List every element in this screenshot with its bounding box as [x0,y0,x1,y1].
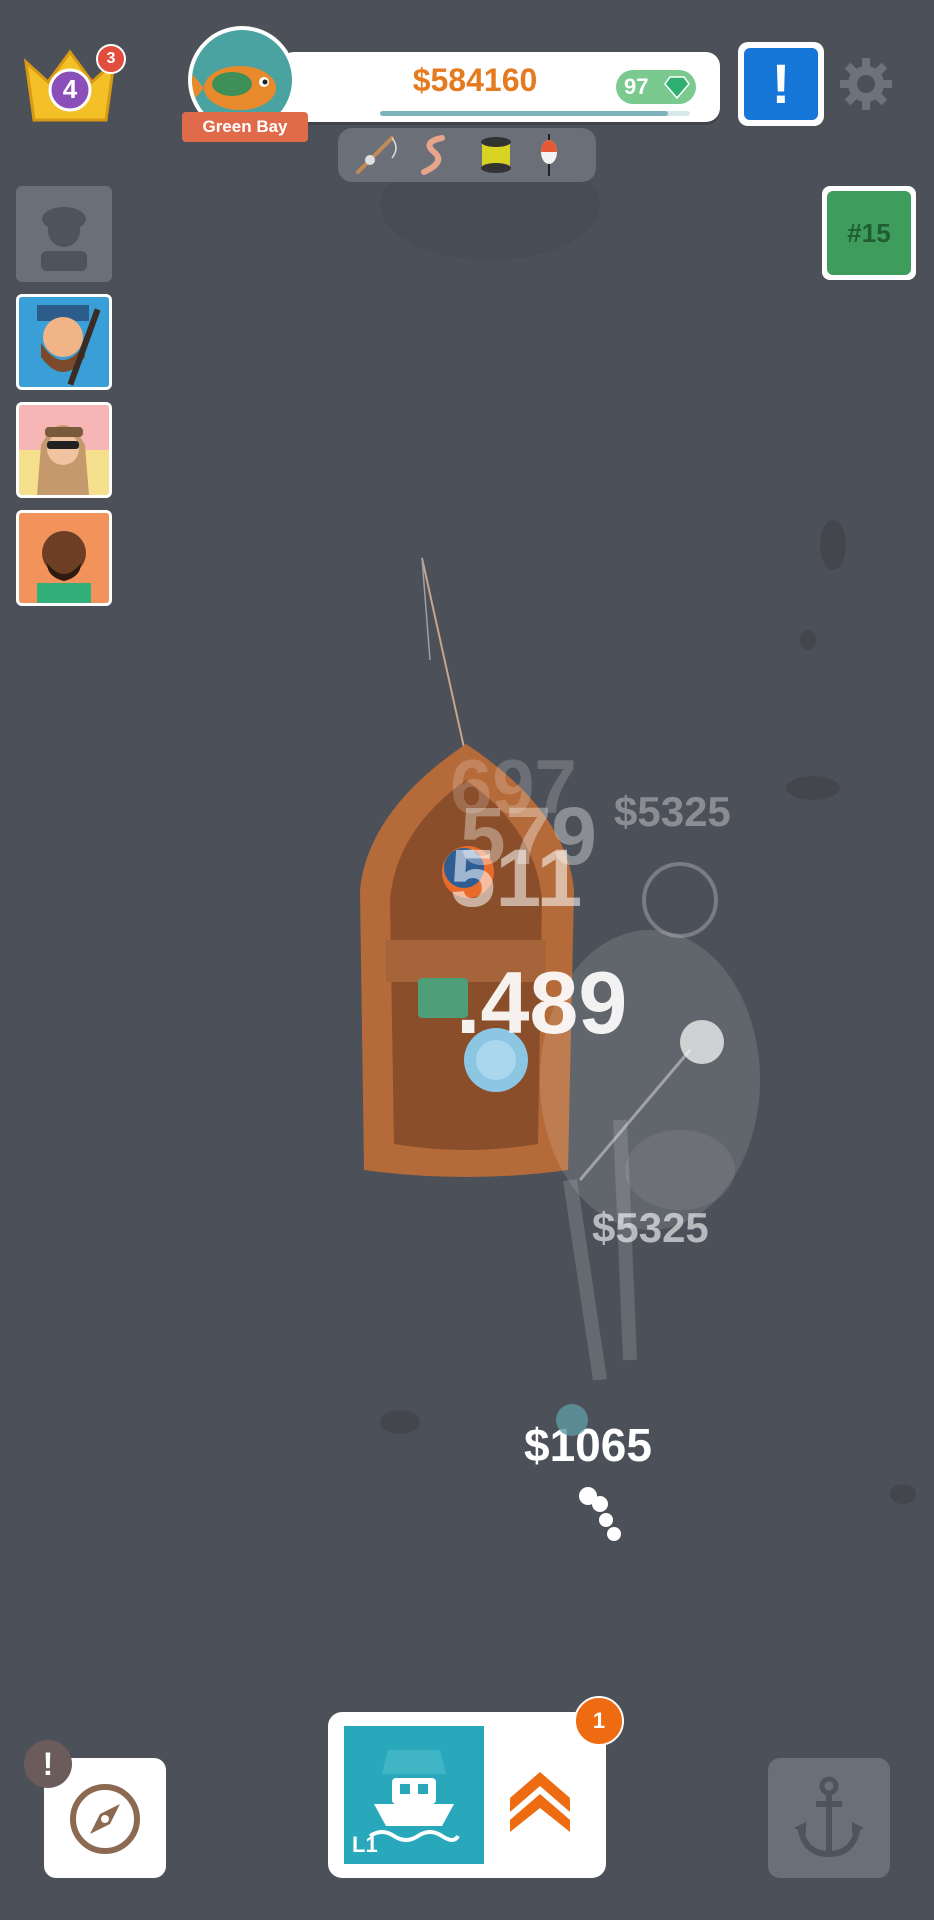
compass-icon [70,1784,140,1854]
money-amount: $584160 [412,62,538,98]
compass-alert-badge: ! [24,1740,72,1788]
gem-count: 97 [624,74,649,99]
boat-upgrade-card[interactable]: L1 [328,1712,606,1878]
crew-slot-empty[interactable] [16,186,112,282]
fisherman-silhouette-icon [41,207,87,271]
chevron-up-icon [510,1772,570,1832]
xp-progress-fill [380,111,669,116]
crew-avatar-bearded[interactable] [16,294,112,390]
score-popup-main: .489 [456,953,628,1052]
anchor-button[interactable] [768,1758,890,1878]
worm-icon [421,135,445,175]
rod-icon [356,136,397,174]
boat-level: L1 [352,1832,378,1857]
gem-icon [664,76,690,99]
spool-icon [481,137,511,173]
notification-button[interactable]: ! [738,42,824,126]
bobber-icon [541,134,557,176]
upgrade-badge: 1 [574,1696,624,1746]
bearded-fisherman-avatar [19,297,109,387]
level-tag-label: #15 [827,191,911,275]
settings-button[interactable] [836,54,896,114]
crew-avatar-woman[interactable] [16,402,112,498]
equipment-strip[interactable] [338,128,596,182]
location-name: Green Bay [182,112,308,142]
ripple-circle [642,862,718,938]
crown-level[interactable]: 4 3 [20,44,126,126]
crown-notification-badge: 3 [96,44,126,74]
anchor-icon [794,1776,864,1858]
bald-fisherman-avatar [19,513,109,603]
notification-icon: ! [744,48,818,120]
boat-icon-box: L1 [344,1726,484,1864]
score-popup: 511 [450,833,583,924]
gem-counter[interactable]: 97 [616,70,696,104]
money-popup: $5325 [592,1204,709,1251]
gear-icon [840,58,892,110]
crew-avatar-bald[interactable] [16,510,112,606]
money-popup: $5325 [614,788,731,835]
crown-level-number: 4 [62,74,78,104]
level-tag-button[interactable]: #15 [822,186,916,280]
bubble-trail [556,1404,621,1541]
boat-icon [368,1750,460,1842]
woman-fisher-avatar [19,405,109,495]
money-bar: $584160 97 [280,52,720,122]
xp-progress-bar [380,111,690,116]
